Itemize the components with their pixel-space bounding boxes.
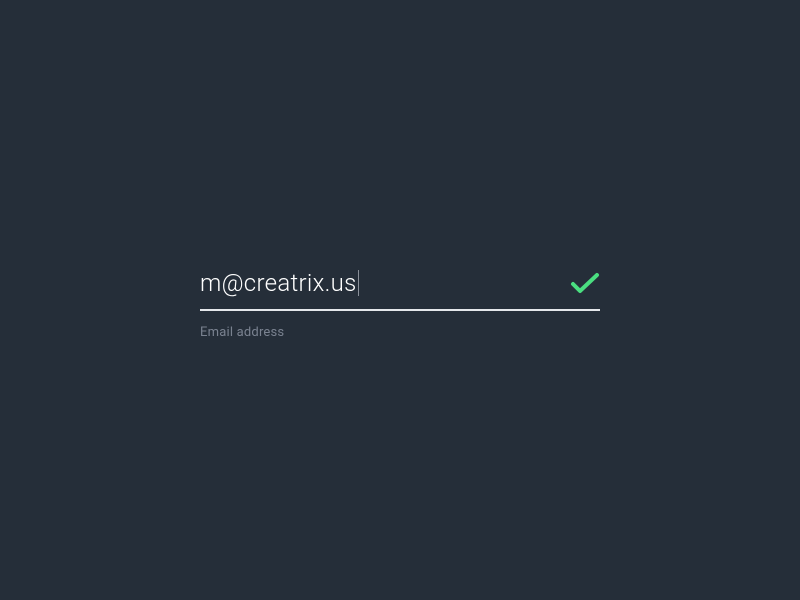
email-form: m@creatrix.us Email address	[200, 261, 600, 340]
input-row: m@creatrix.us	[200, 261, 600, 305]
email-label: Email address	[200, 325, 600, 340]
input-underline	[200, 309, 600, 311]
email-field[interactable]: m@creatrix.us	[200, 261, 558, 305]
email-value: m@creatrix.us	[200, 269, 357, 297]
text-cursor	[358, 270, 359, 296]
checkmark-icon	[570, 271, 600, 295]
